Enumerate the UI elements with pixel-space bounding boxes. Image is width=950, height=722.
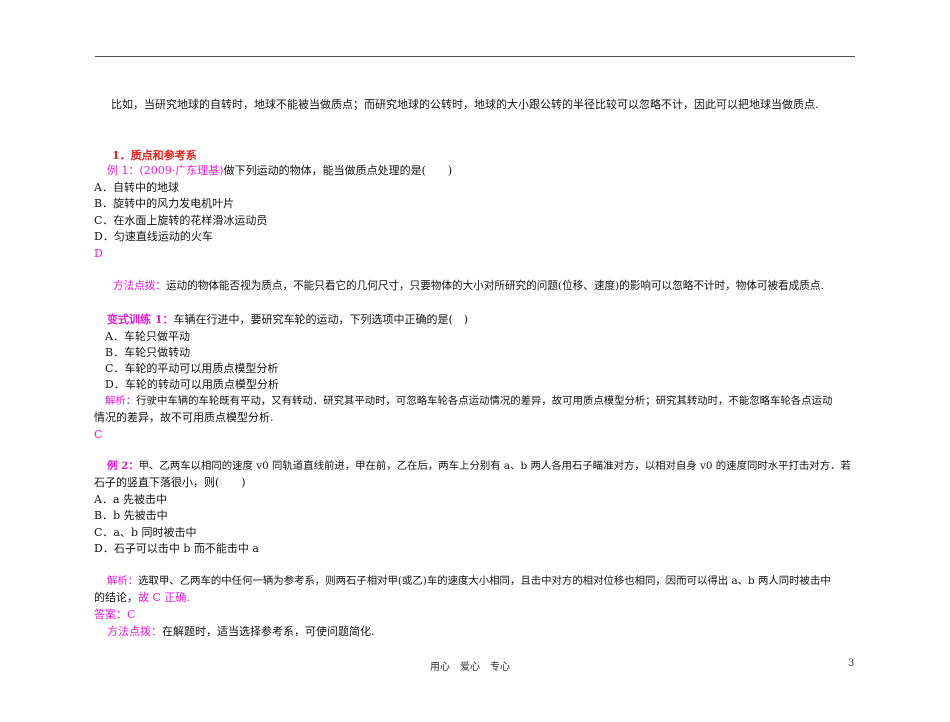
analysis-text: 的结论， [94,591,138,604]
footer-text: 用心 爱心 专心 [430,662,510,673]
document-page: 比如，当研究地球的自转时，地球不能被当做质点；而研究地球的公转时，地球的大小跟公… [0,0,950,722]
answer: 答案：C [94,608,136,621]
intro-paragraph: 比如，当研究地球的自转时，地球不能被当做质点；而研究地球的公转时，地球的大小跟公… [111,98,819,111]
question-text: 车辆在行进中，要研究车轮的运动，下列选项中正确的是( ) [173,313,469,326]
option: B．旋转中的风力发电机叶片 [94,197,235,210]
option: C．在水面上旋转的花样滑冰运动员 [94,214,268,227]
analysis: 解析：选取甲、乙两车的中任何一辆为参考系，则两石子相对甲(或乙)车的速度大小相同… [107,574,831,589]
option: A．a 先被击中 [94,493,167,506]
option: B．b 先被击中 [94,509,168,522]
method-label: 方法点拨： [113,280,166,292]
analysis-label: 解析： [107,575,139,587]
variant-label: 变式训练 1： [107,313,174,326]
analysis-text: 行驶中车辆的车轮既有平动，又有转动．研究其平动时，可忽略车轮各点运动情况的差异，… [136,395,833,407]
option: B．车轮只做转动 [105,346,191,359]
option: A．自转中的地球 [94,181,179,194]
option: A．车轮只做平动 [105,330,190,343]
variant-1-question: 变式训练 1：车辆在行进中，要研究车轮的运动，下列选项中正确的是( ) [107,312,468,327]
example-2-label: 例 2： [107,460,139,472]
question-text: 甲、乙两车以相同的速度 v0 同轨道直线前进，甲在前，乙在后，两车上分别有 a、… [138,460,851,472]
analysis: 解析：行驶中车辆的车轮既有平动，又有转动．研究其平动时，可忽略车轮各点运动情况的… [105,394,832,409]
option: C．a、b 同时被击中 [94,526,197,539]
method-tip: 方法点拨：在解题时，适当选择参考系，可使问题简化. [107,624,375,639]
example-2-question: 例 2：甲、乙两车以相同的速度 v0 同轨道直线前进，甲在前，乙在后，两车上分别… [107,459,851,474]
method-tip: 方法点拨：运动的物体能否视为质点，不能只看它的几何尺寸，只要物体的大小对所研究的… [113,279,824,294]
answer: C [94,428,103,441]
analysis-conclusion: 故 C 正确. [138,591,190,604]
option: D．车轮的转动可以用质点模型分析 [105,378,279,391]
option: C．车轮的平动可以用质点模型分析 [105,362,279,375]
option: D．匀速直线运动的火车 [94,230,213,243]
page-number: 3 [848,658,855,669]
method-text: 在解题时，适当选择参考系，可使问题简化. [162,625,375,638]
analysis-text: 选取甲、乙两车的中任何一辆为参考系，则两石子相对甲(或乙)车的速度大小相同，且击… [138,575,831,587]
method-text: 运动的物体能否视为质点，不能只看它的几何尺寸，只要物体的大小对所研究的问题(位移… [165,280,824,292]
question-text: 做下列运动的物体，能当做质点处理的是( ) [223,164,453,177]
section-heading: 1．质点和参考系 [112,149,197,162]
analysis-continued: 的结论，故 C 正确. [94,590,190,605]
analysis-label: 解析： [105,395,137,407]
option: D．石子可以击中 b 而不能击中 a [94,542,259,555]
example-1-question: 例 1：(2009·广东理基)做下列运动的物体，能当做质点处理的是( ) [107,163,452,178]
example-1-label: 例 1：(2009·广东理基) [107,164,224,177]
question-continued: 石子的竖直下落很小，则( ) [94,476,246,489]
method-label: 方法点拨： [107,625,162,638]
answer: D [94,247,103,260]
analysis-continued: 情况的差异，故不可用质点模型分析. [94,411,274,424]
header-rule [95,56,855,57]
